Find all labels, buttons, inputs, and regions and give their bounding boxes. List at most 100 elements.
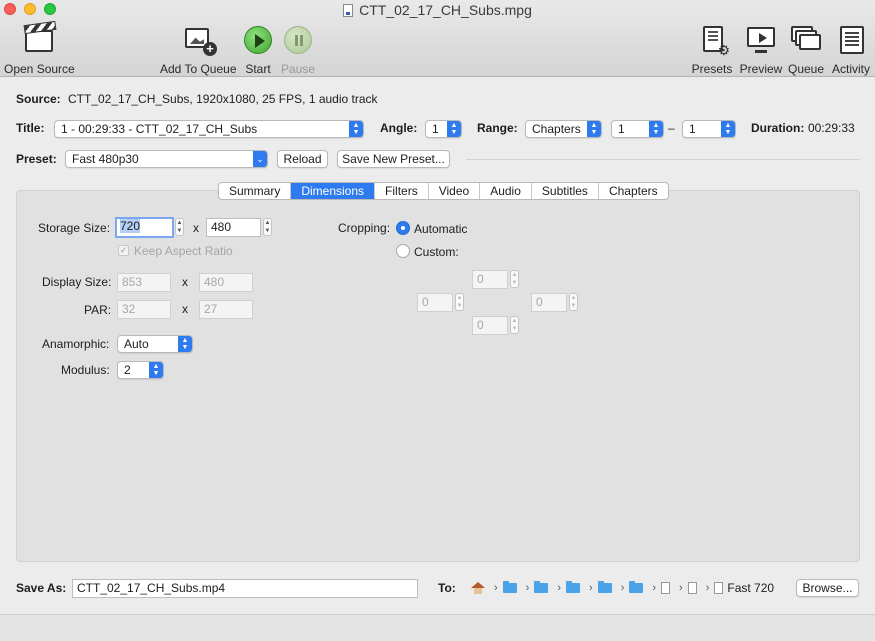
preview-label: Preview xyxy=(739,62,783,76)
chevron-right-icon: › xyxy=(589,582,593,594)
chevron-updown-icon: ▲ ▼ xyxy=(349,121,363,137)
crop-left-value: 0 xyxy=(422,295,429,309)
home-icon xyxy=(471,582,485,594)
anamorphic-value: Auto xyxy=(124,337,149,351)
preview-button[interactable]: Preview xyxy=(738,24,784,76)
range-type-value: Chapters xyxy=(532,122,581,136)
crop-bottom-stepper[interactable]: ▲ ▼ xyxy=(510,316,519,334)
tab-subtitles[interactable]: Subtitles xyxy=(532,183,599,199)
modulus-label: Modulus: xyxy=(61,363,110,377)
start-button[interactable]: Start xyxy=(240,24,276,76)
tab-video[interactable]: Video xyxy=(429,183,481,199)
folder-icon xyxy=(502,581,517,593)
crop-right-stepper[interactable]: ▲ ▼ xyxy=(569,293,578,311)
display-width-value: 853 xyxy=(122,275,143,289)
open-source-button[interactable]: Open Source xyxy=(4,24,75,76)
tab-dimensions[interactable]: Dimensions xyxy=(291,183,376,199)
crop-left-stepper[interactable]: ▲ ▼ xyxy=(455,293,464,311)
source-label: Source: xyxy=(16,92,61,106)
crop-bottom-value: 0 xyxy=(477,318,484,332)
par-x: x xyxy=(182,302,188,316)
chevron-right-icon: › xyxy=(652,582,657,594)
crop-custom-radio[interactable] xyxy=(396,244,410,258)
add-to-queue-button[interactable]: Add To Queue xyxy=(160,24,237,76)
activity-button[interactable]: Activity xyxy=(829,24,873,76)
par-height-input[interactable]: 27 xyxy=(199,300,253,319)
add-photo-icon xyxy=(185,28,217,56)
range-end-value: 1 xyxy=(689,122,696,136)
file-icon xyxy=(714,582,724,594)
save-new-preset-button[interactable]: Save New Preset... xyxy=(337,150,450,168)
crop-right-input[interactable]: 0 xyxy=(531,293,567,312)
chevron-updown-icon: ▲ ▼ xyxy=(721,121,735,137)
chevron-updown-icon: ▲ ▼ xyxy=(587,121,601,137)
display-size-label: Display Size: xyxy=(42,275,112,289)
storage-height-stepper[interactable]: ▲ ▼ xyxy=(263,218,272,236)
toolbar: CTT_02_17_CH_Subs.mpg Open Source Add To… xyxy=(0,0,875,77)
crop-top-value: 0 xyxy=(477,272,484,286)
path-tail-label: Fast 720 xyxy=(727,581,775,595)
display-height-input[interactable]: 480 xyxy=(199,273,253,292)
chevron-right-icon: › xyxy=(525,582,530,594)
window-title-text: CTT_02_17_CH_Subs.mpg xyxy=(359,2,532,18)
tab-filters[interactable]: Filters xyxy=(375,183,429,199)
crop-automatic-label: Automatic xyxy=(414,222,468,236)
range-type-select[interactable]: Chapters ▲ ▼ xyxy=(525,120,602,138)
display-width-input[interactable]: 853 xyxy=(117,273,171,292)
chevron-right-icon: › xyxy=(557,582,562,594)
duration-label: Duration: xyxy=(751,121,805,135)
keep-aspect-label: Keep Aspect Ratio xyxy=(134,244,233,258)
par-width-input[interactable]: 32 xyxy=(117,300,171,319)
tab-audio[interactable]: Audio xyxy=(480,183,532,199)
activity-label: Activity xyxy=(831,62,870,76)
presets-button[interactable]: Presets xyxy=(691,24,733,76)
queue-button[interactable]: Queue xyxy=(787,24,825,76)
source-value: CTT_02_17_CH_Subs, 1920x1080, 25 FPS, 1 … xyxy=(68,92,378,106)
tab-chapters[interactable]: Chapters xyxy=(599,183,668,199)
chevron-right-icon: › xyxy=(494,582,498,594)
chevron-down-icon: ⌄ xyxy=(253,151,267,167)
chevron-right-icon: › xyxy=(679,582,683,594)
folder-icon xyxy=(597,581,612,593)
keep-aspect-checkbox[interactable]: ✓ xyxy=(118,245,129,256)
save-as-input[interactable]: CTT_02_17_CH_Subs.mp4 xyxy=(72,579,418,598)
reload-button[interactable]: Reload xyxy=(277,150,328,168)
presets-icon xyxy=(703,26,730,59)
par-width-value: 32 xyxy=(122,302,136,316)
storage-width-stepper[interactable]: ▲ ▼ xyxy=(175,218,184,236)
folder-icon xyxy=(566,581,581,593)
range-end-select[interactable]: 1 ▲ ▼ xyxy=(682,120,736,138)
range-start-select[interactable]: 1 ▲ ▼ xyxy=(611,120,664,138)
pause-icon xyxy=(284,26,312,54)
par-height-value: 27 xyxy=(204,302,218,316)
angle-select[interactable]: 1 ▲ ▼ xyxy=(425,120,462,138)
anamorphic-select[interactable]: Auto ▲ ▼ xyxy=(117,335,193,353)
destination-path[interactable]: › › › › › › › › Fast 720 xyxy=(471,580,774,596)
add-to-queue-label: Add To Queue xyxy=(160,62,237,76)
storage-height-input[interactable]: 480 xyxy=(206,218,261,237)
save-as-label: Save As: xyxy=(16,581,67,595)
browse-button[interactable]: Browse... xyxy=(796,579,859,597)
clapperboard-icon xyxy=(25,30,53,52)
crop-top-stepper[interactable]: ▲ ▼ xyxy=(510,270,519,288)
chevron-right-icon: › xyxy=(705,582,710,594)
crop-top-input[interactable]: 0 xyxy=(472,270,508,289)
play-icon xyxy=(244,26,272,54)
crop-bottom-input[interactable]: 0 xyxy=(472,316,508,335)
crop-automatic-radio[interactable] xyxy=(396,221,410,235)
modulus-select[interactable]: 2 ▲ ▼ xyxy=(117,361,164,379)
title-select[interactable]: 1 - 00:29:33 - CTT_02_17_CH_Subs ▲ ▼ xyxy=(54,120,364,138)
pause-label: Pause xyxy=(280,62,316,76)
storage-x: x xyxy=(193,221,199,235)
file-icon xyxy=(687,582,697,594)
chevron-right-icon: › xyxy=(620,582,625,594)
tab-summary[interactable]: Summary xyxy=(219,183,292,199)
anamorphic-label: Anamorphic: xyxy=(42,337,110,351)
pause-button[interactable]: Pause xyxy=(280,24,316,76)
chevron-updown-icon: ▲ ▼ xyxy=(178,336,192,352)
storage-width-input[interactable]: 720 xyxy=(115,217,174,238)
preset-select[interactable]: Fast 480p30 ⌄ xyxy=(65,150,268,168)
queue-stack-icon xyxy=(791,26,821,52)
crop-custom-label: Custom: xyxy=(414,245,459,259)
crop-left-input[interactable]: 0 xyxy=(417,293,453,312)
